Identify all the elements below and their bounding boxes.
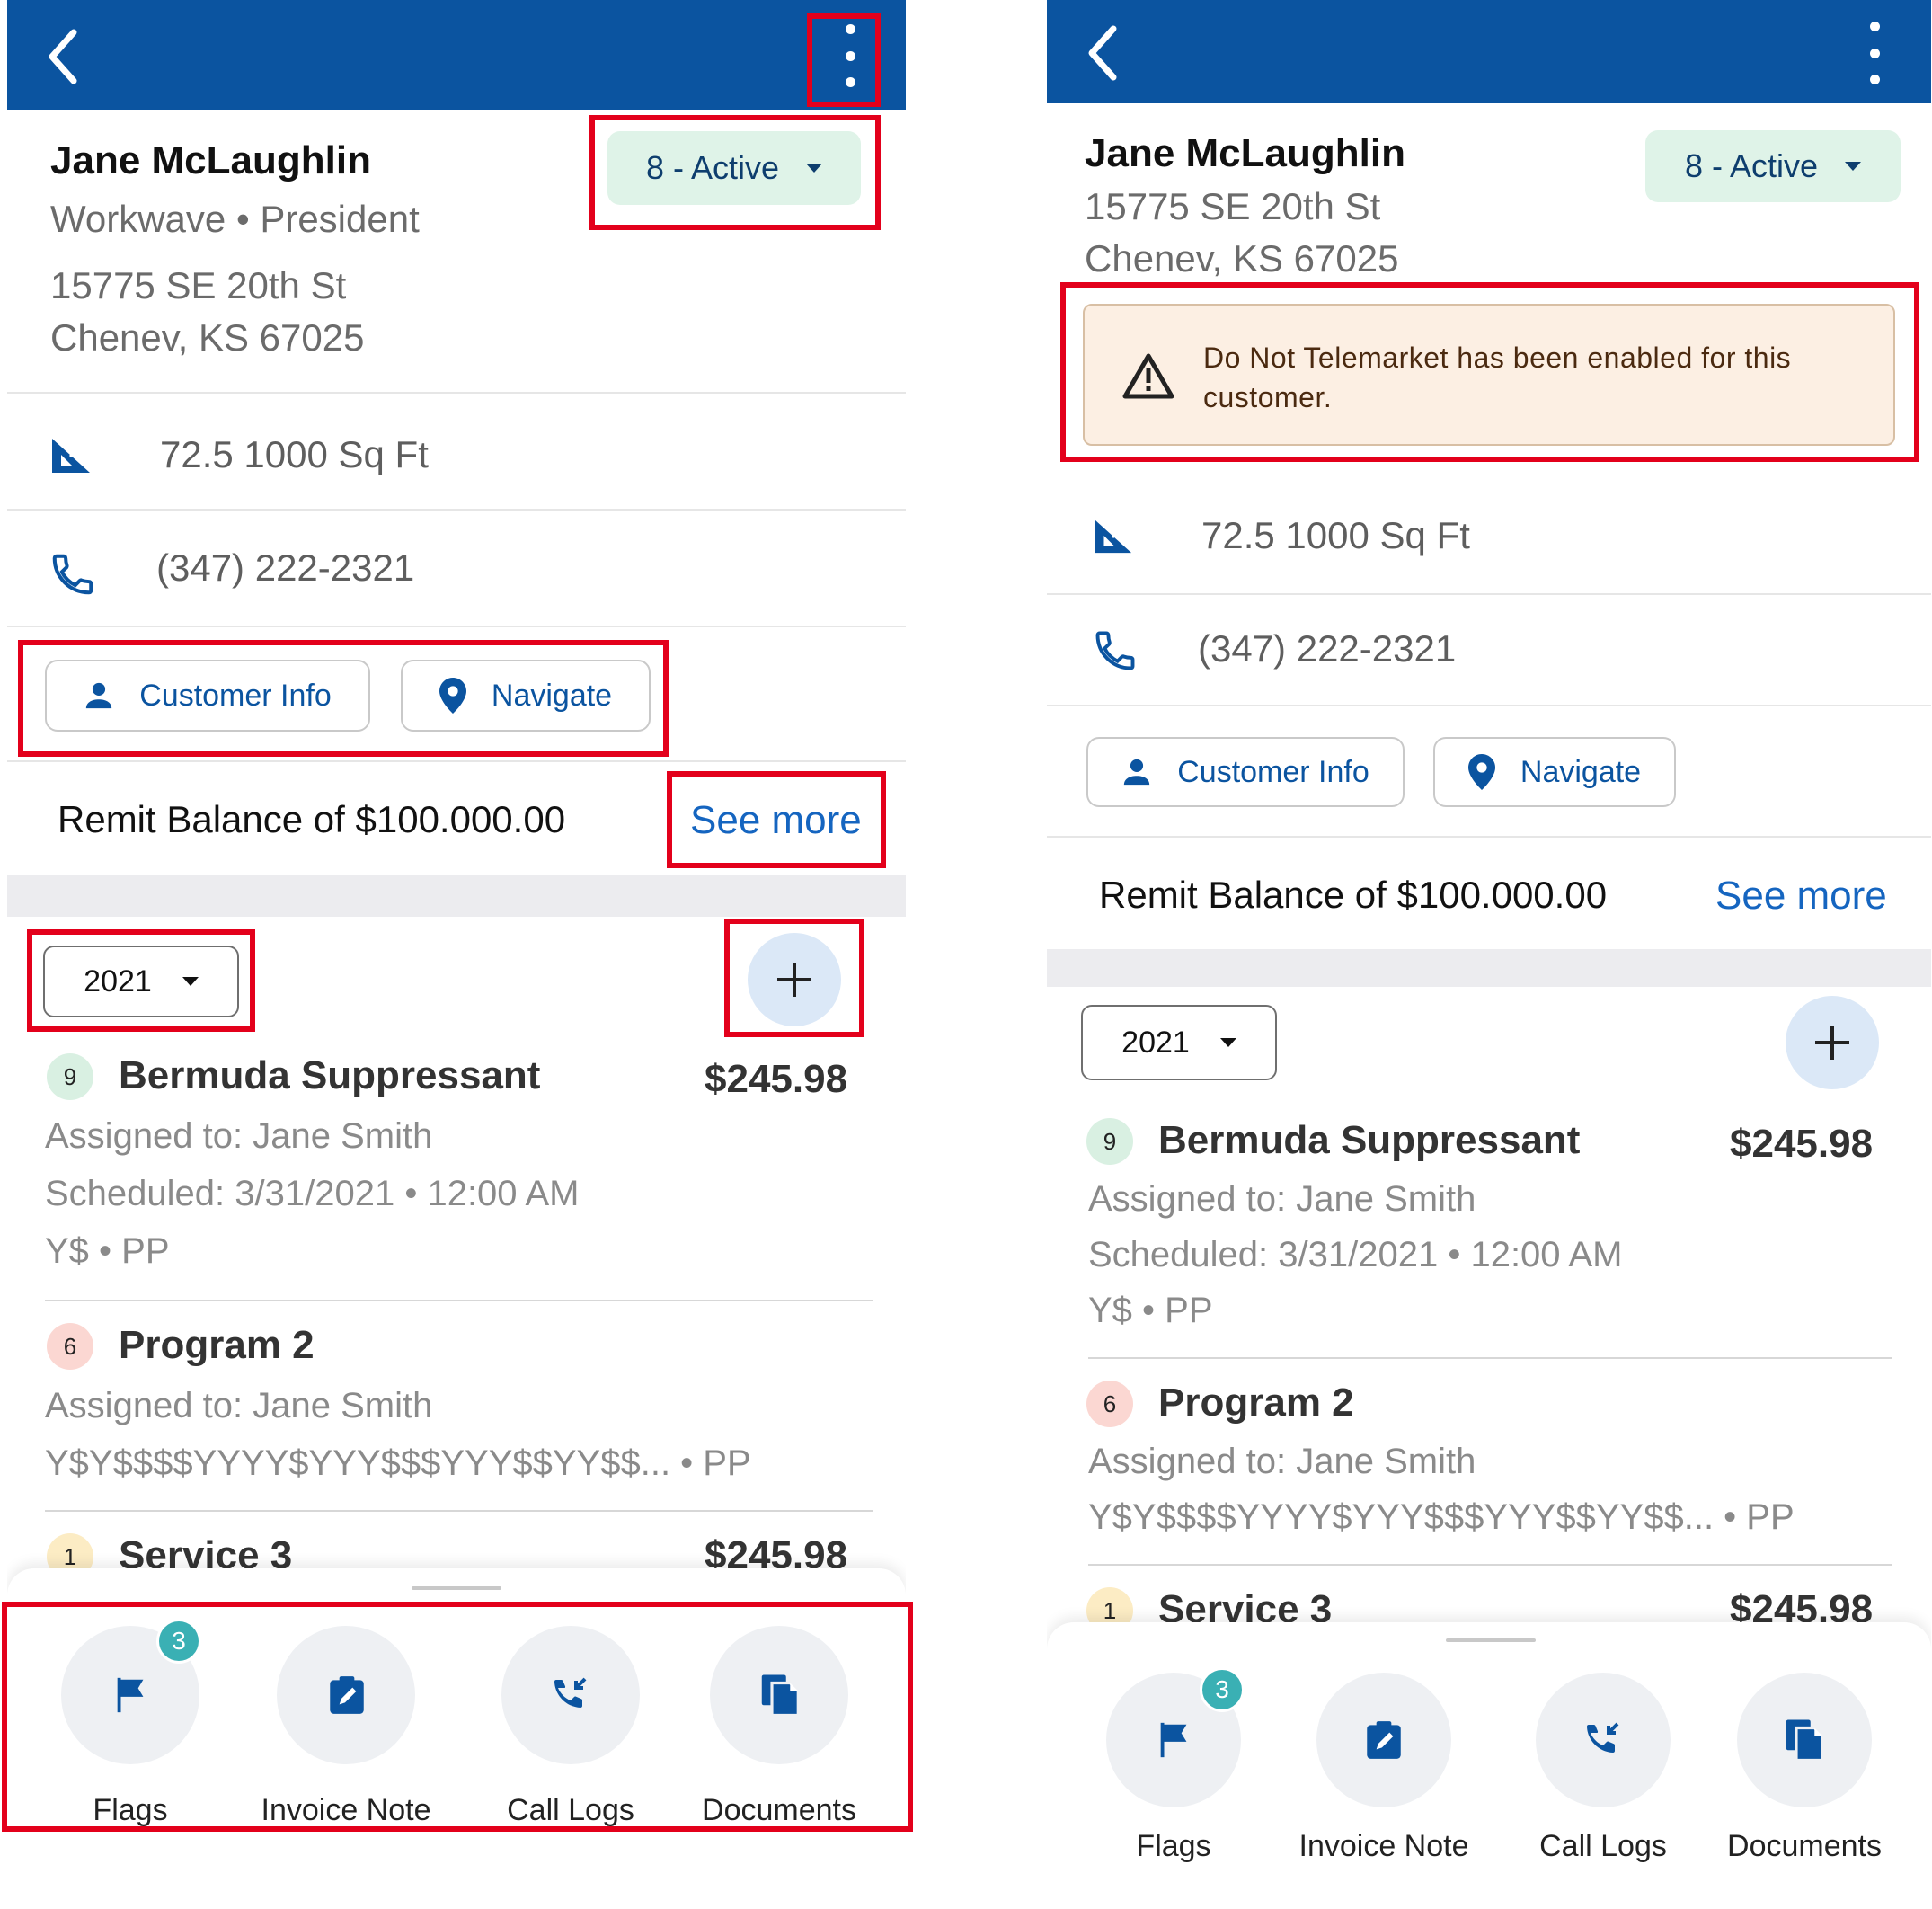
year-value: 2021	[1121, 1025, 1190, 1060]
documents-icon	[1786, 1719, 1824, 1762]
highlight-add-button	[724, 919, 864, 1037]
chevron-down-icon	[1219, 1038, 1236, 1047]
sheet-handle[interactable]	[1446, 1638, 1536, 1642]
customer-info-label: Customer Info	[1177, 754, 1369, 789]
person-icon	[1124, 759, 1150, 786]
call-log-icon	[1587, 1722, 1619, 1753]
highlight-more-menu	[807, 13, 881, 107]
documents-label: Documents	[1727, 1829, 1882, 1863]
service-number-badge: 6	[1086, 1381, 1133, 1427]
phone-row[interactable]: (347) 222-2321	[7, 509, 906, 627]
list-divider	[1088, 1564, 1892, 1566]
sqft-row: 72.5 1000 Sq Ft	[7, 392, 906, 511]
clipboard-edit-icon	[1367, 1721, 1401, 1759]
highlight-year-dropdown	[27, 929, 255, 1032]
sqft-value: 72.5 1000 Sq Ft	[160, 433, 429, 475]
app-bar	[7, 0, 906, 110]
assigned-to: Assigned to: Jane Smith	[45, 1386, 433, 1425]
address-line-2: Chenev, KS 67025	[50, 316, 365, 359]
call-logs-button[interactable]	[1536, 1673, 1671, 1807]
service-price: $245.98	[1730, 1122, 1874, 1166]
navigate-button[interactable]: Navigate	[1433, 737, 1676, 807]
flags-button[interactable]: 3	[1106, 1667, 1245, 1807]
chevron-down-icon	[1845, 162, 1862, 171]
section-divider	[7, 875, 906, 917]
phone-number[interactable]: (347) 222-2321	[156, 546, 414, 590]
address-line-2: Chenev, KS 67025	[1085, 237, 1399, 280]
highlight-see-more	[667, 771, 886, 868]
location-pin-icon	[1467, 754, 1495, 790]
remit-balance: Remit Balance of $100.000.00	[1099, 874, 1608, 916]
customer-name: Jane McLaughlin	[1085, 131, 1405, 175]
company-role: Workwave • President	[50, 198, 420, 240]
service-title: Program 2	[1158, 1381, 1354, 1425]
assigned-to: Assigned to: Jane Smith	[1088, 1442, 1476, 1481]
status-dropdown[interactable]: 8 - Active	[1645, 130, 1901, 202]
set-square-icon	[52, 439, 90, 473]
invoice-note-button[interactable]	[1316, 1673, 1451, 1807]
section-divider	[1047, 949, 1931, 987]
see-more-link[interactable]: See more	[1715, 874, 1887, 919]
highlight-telemarket-alert	[1060, 282, 1919, 462]
app-bar	[1047, 0, 1931, 103]
service-codes: Y$ • PP	[45, 1231, 170, 1271]
service-title: Program 2	[119, 1323, 315, 1367]
assigned-to: Assigned to: Jane Smith	[45, 1116, 433, 1156]
bottom-sheet: 3 Flags Invoice Note Call Logs Documents	[1047, 1622, 1931, 1874]
documents-button[interactable]	[1737, 1673, 1872, 1807]
highlight-bottom-toolbar	[2, 1602, 913, 1832]
sqft-value: 72.5 1000 Sq Ft	[1201, 514, 1470, 556]
action-row: Customer Info Navigate	[1047, 705, 1931, 838]
call-logs-label: Call Logs	[1539, 1829, 1667, 1863]
service-codes: Y$Y$$$$YYYY$YYY$$$YYY$$YY$$... • PP	[45, 1443, 751, 1483]
address-line-1: 15775 SE 20th St	[50, 264, 347, 306]
scheduled: Scheduled: 3/31/2021 • 12:00 AM	[1088, 1235, 1623, 1274]
back-arrow-icon[interactable]	[43, 25, 83, 88]
customer-screen-right: Jane McLaughlin 15775 SE 20th St Chenev,…	[1047, 0, 1931, 1874]
phone-row[interactable]: (347) 222-2321	[1047, 593, 1931, 706]
service-number-badge: 6	[47, 1323, 93, 1370]
flags-count-badge: 3	[1200, 1667, 1245, 1712]
address-line-1: 15775 SE 20th St	[1085, 185, 1381, 227]
phone-icon[interactable]	[1092, 627, 1139, 674]
service-codes: Y$Y$$$$YYYY$YYY$$$YYY$$YY$$... • PP	[1088, 1497, 1795, 1537]
remit-balance: Remit Balance of $100.000.00	[58, 798, 566, 840]
list-divider	[45, 1300, 873, 1301]
service-title: Bermuda Suppressant	[1158, 1118, 1581, 1162]
sqft-row: 72.5 1000 Sq Ft	[1047, 480, 1931, 593]
list-divider	[45, 1510, 873, 1512]
phone-icon[interactable]	[49, 550, 97, 599]
list-divider	[1088, 1357, 1892, 1359]
highlight-action-buttons	[18, 640, 669, 757]
flags-label: Flags	[1136, 1829, 1211, 1863]
more-menu-icon[interactable]	[1864, 22, 1885, 84]
add-service-button[interactable]	[1786, 996, 1879, 1089]
set-square-icon	[1095, 519, 1132, 554]
invoice-note-label: Invoice Note	[1298, 1829, 1469, 1863]
highlight-status-dropdown	[589, 115, 881, 230]
navigate-label: Navigate	[1520, 754, 1642, 789]
back-arrow-icon[interactable]	[1083, 22, 1122, 84]
status-label: 8 - Active	[1684, 147, 1819, 184]
service-number-badge: 9	[47, 1053, 93, 1100]
remit-row: Remit Balance of $100.000.00 See more	[1047, 836, 1931, 951]
flag-icon	[1160, 1722, 1187, 1758]
service-price: $245.98	[705, 1057, 848, 1101]
customer-name: Jane McLaughlin	[50, 138, 371, 182]
phone-number[interactable]: (347) 222-2321	[1198, 627, 1456, 670]
sheet-handle[interactable]	[412, 1586, 501, 1590]
customer-info-button[interactable]: Customer Info	[1086, 737, 1405, 807]
scheduled: Scheduled: 3/31/2021 • 12:00 AM	[45, 1174, 580, 1213]
service-title: Bermuda Suppressant	[119, 1053, 541, 1097]
assigned-to: Assigned to: Jane Smith	[1088, 1179, 1476, 1219]
service-number-badge: 9	[1086, 1118, 1133, 1165]
year-dropdown[interactable]: 2021	[1081, 1005, 1277, 1080]
service-codes: Y$ • PP	[1088, 1291, 1213, 1330]
